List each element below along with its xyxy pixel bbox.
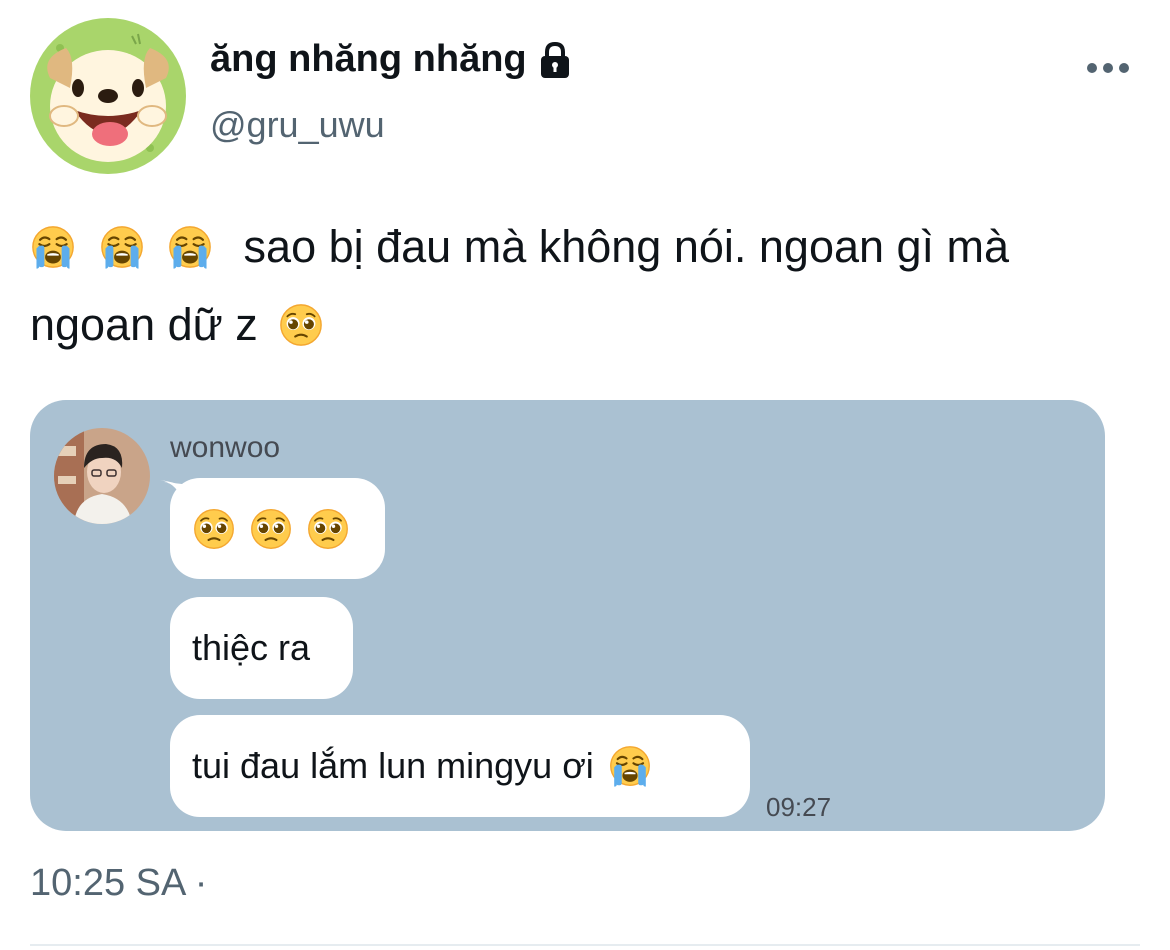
chat-message-text: thiệc ra bbox=[192, 627, 311, 668]
chat-sender-name: wonwoo bbox=[170, 431, 281, 464]
loudly-crying-face-icon bbox=[608, 744, 652, 788]
more-dots-icon bbox=[1087, 63, 1129, 73]
tweet-text: sao bị đau mà không nói. ngoan gì mà ngo… bbox=[30, 208, 1140, 364]
chat-message-time: 09:27 bbox=[766, 792, 832, 822]
pleading-face-icon bbox=[306, 507, 350, 551]
loudly-crying-face-icon bbox=[99, 224, 145, 270]
divider bbox=[30, 944, 1140, 946]
loudly-crying-face-icon bbox=[30, 224, 76, 270]
chat-screenshot-image[interactable]: wonwoo thiệc ra tui đau lắm lun mingyu ơ… bbox=[30, 400, 1105, 831]
tweet-timestamp[interactable]: 10:25 SA · bbox=[30, 862, 207, 905]
chat-message-text: tui đau lắm lun mingyu ơi bbox=[192, 745, 594, 786]
pleading-face-icon bbox=[192, 507, 236, 551]
pleading-face-icon bbox=[278, 302, 324, 348]
pleading-face-icon bbox=[249, 507, 293, 551]
author-handle[interactable]: @gru_uwu bbox=[210, 104, 385, 146]
dog-avatar-icon[interactable] bbox=[30, 18, 186, 174]
chat-message-bubble bbox=[170, 478, 385, 579]
chat-message-bubble: thiệc ra bbox=[170, 597, 353, 699]
chat-avatar bbox=[54, 428, 150, 524]
display-name-text: ăng nhăng nhăng bbox=[210, 38, 527, 80]
more-options-button[interactable] bbox=[1082, 48, 1134, 88]
chat-message-bubble: tui đau lắm lun mingyu ơi bbox=[170, 715, 750, 817]
author-display-name[interactable]: ăng nhăng nhăng bbox=[210, 38, 575, 81]
loudly-crying-face-icon bbox=[167, 224, 213, 270]
lock-icon bbox=[535, 40, 575, 80]
